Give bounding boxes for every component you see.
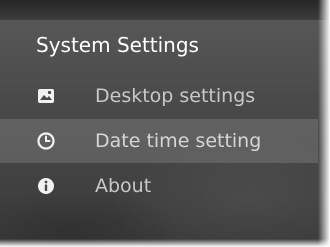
menu-item-date-time-setting[interactable]: Date time setting bbox=[0, 119, 318, 163]
menu-item-about[interactable]: About bbox=[0, 164, 318, 208]
menu-item-label: About bbox=[95, 175, 152, 197]
clock-icon bbox=[36, 131, 56, 151]
menu-title: System Settings bbox=[36, 33, 199, 57]
bottom-edge-fade bbox=[0, 239, 330, 247]
top-shade bbox=[0, 0, 330, 20]
settings-panel: System Settings Desktop settings Date ti… bbox=[0, 0, 330, 247]
info-icon bbox=[36, 176, 56, 196]
image-icon bbox=[36, 86, 56, 106]
menu-item-label: Date time setting bbox=[95, 130, 262, 152]
menu-item-label: Desktop settings bbox=[95, 85, 256, 107]
menu-item-desktop-settings[interactable]: Desktop settings bbox=[0, 74, 318, 118]
right-edge-fade bbox=[318, 0, 330, 247]
